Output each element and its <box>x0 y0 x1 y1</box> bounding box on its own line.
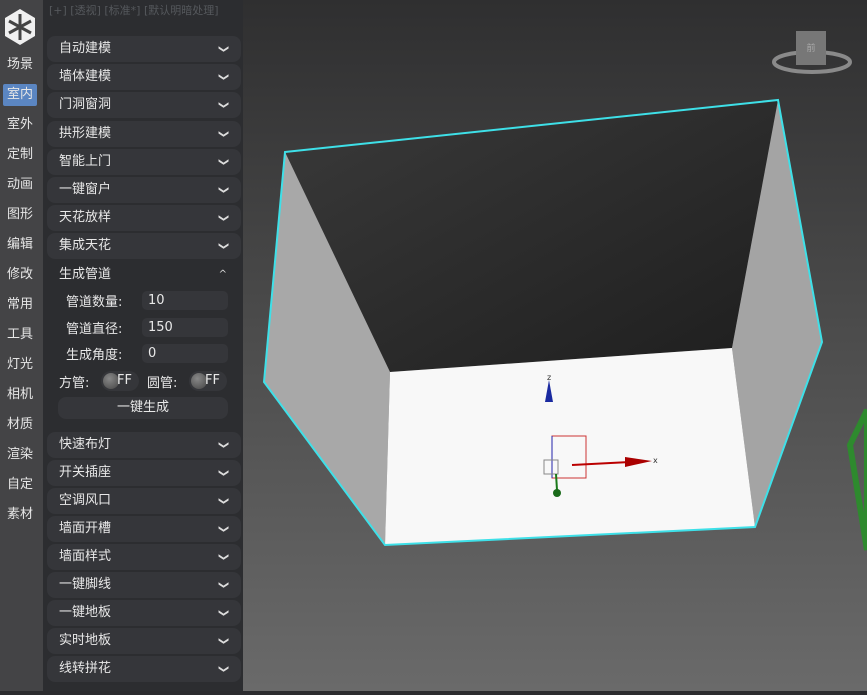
section-label: 集成天花 <box>59 238 112 254</box>
chevron-down-icon: ❯ <box>217 101 229 110</box>
chevron-down-icon: ❯ <box>217 440 229 450</box>
toggle-switch[interactable]: FF <box>101 371 139 391</box>
nav-item[interactable]: 定制 <box>3 144 37 166</box>
scene: z x 前 <box>262 31 867 551</box>
svg-text:前: 前 <box>806 42 815 54</box>
section-header[interactable]: 实时地板 ❯ <box>47 628 241 654</box>
section-label: 一键脚线 <box>59 577 112 592</box>
viewport-label[interactable]: [+] [透视] [标准*] [默认明暗处理] <box>49 2 219 18</box>
chevron-down-icon: ❯ <box>217 242 229 251</box>
section-label: 天花放样 <box>59 210 112 226</box>
logo-icon <box>5 9 35 45</box>
svg-text:z: z <box>547 373 551 382</box>
section-header-expanded[interactable]: 生成管道 ^ <box>47 262 241 288</box>
section-header[interactable]: 拱形建模 ❯ <box>47 120 241 147</box>
section-label: 线转拼花 <box>59 661 112 676</box>
nav-item[interactable]: 动画 <box>3 174 37 196</box>
section-header[interactable]: 天花放样 ❯ <box>47 205 241 232</box>
nav-item[interactable]: 灯光 <box>3 354 37 376</box>
nav-item[interactable]: 图形 <box>3 204 37 226</box>
chevron-down-icon: ❯ <box>217 552 229 562</box>
section-label: 拱形建模 <box>59 125 112 141</box>
chevron-up-icon: ^ <box>218 269 227 280</box>
section-header[interactable]: 空调风口 ❯ <box>47 488 241 514</box>
section-label: 一键窗户 <box>59 182 112 197</box>
chevron-down-icon: ❯ <box>217 157 229 166</box>
chevron-down-icon: ❯ <box>217 129 229 138</box>
section-label: 一键地板 <box>59 605 112 620</box>
nav-item[interactable]: 室内 <box>3 84 37 106</box>
nav-item[interactable]: 修改 <box>3 264 37 286</box>
nav-item[interactable]: 材质 <box>3 414 37 436</box>
nav-item[interactable]: 编辑 <box>3 234 37 256</box>
chevron-down-icon: ❯ <box>217 636 229 646</box>
section-header[interactable]: 线转拼花 ❯ <box>47 656 241 682</box>
section-header[interactable]: 门洞窗洞 ❯ <box>47 92 241 119</box>
field-label: 管道数量: <box>66 295 123 310</box>
section-header[interactable]: 墙体建模 ❯ <box>47 64 241 91</box>
section-label: 实时地板 <box>59 633 112 648</box>
section-header[interactable]: 集成天花 ❯ <box>47 233 241 260</box>
view-cube[interactable]: 前 <box>772 31 852 74</box>
section-label: 空调风口 <box>59 493 112 508</box>
toggle-switch[interactable]: FF <box>189 371 227 391</box>
nav-item[interactable]: 常用 <box>3 294 37 316</box>
section-label: 生成管道 <box>59 267 112 282</box>
toggle-state: FF <box>117 373 132 388</box>
nav-item[interactable]: 自定 <box>3 474 37 496</box>
field-label: 管道直径: <box>66 321 123 337</box>
section-label: 门洞窗洞 <box>59 97 112 113</box>
nav-item[interactable]: 场景 <box>3 54 37 76</box>
field-input[interactable]: 10 <box>142 291 228 310</box>
nav-item[interactable]: 渲染 <box>3 444 37 466</box>
nav-item[interactable]: 素材 <box>3 504 37 526</box>
generate-button[interactable]: 一键生成 <box>58 397 228 419</box>
svg-text:x: x <box>653 456 658 465</box>
section-label: 自动建模 <box>59 41 112 56</box>
chevron-down-icon: ❯ <box>217 72 229 82</box>
chevron-down-icon: ❯ <box>217 185 229 195</box>
nav-item[interactable]: 相机 <box>3 384 37 406</box>
section-header[interactable]: 开关插座 ❯ <box>47 460 241 486</box>
green-object <box>846 408 867 551</box>
chevron-down-icon: ❯ <box>217 468 229 478</box>
toggle-label: 方管: <box>59 376 90 391</box>
toggle-state: FF <box>205 373 220 388</box>
toggle-label: 圆管: <box>147 376 178 391</box>
section-label: 墙面样式 <box>59 549 112 564</box>
section-label: 开关插座 <box>59 465 112 480</box>
nav-item[interactable]: 室外 <box>3 114 37 136</box>
section-header[interactable]: 墙面样式 ❯ <box>47 544 241 570</box>
chevron-down-icon: ❯ <box>217 496 229 506</box>
section-header[interactable]: 一键脚线 ❯ <box>47 572 241 598</box>
section-header[interactable]: 墙面开槽 ❯ <box>47 516 241 542</box>
chevron-down-icon: ❯ <box>217 524 229 534</box>
nav-item[interactable]: 工具 <box>3 324 37 346</box>
chevron-down-icon: ❯ <box>217 580 229 590</box>
field-input[interactable]: 0 <box>142 344 228 363</box>
section-label: 快速布灯 <box>59 437 112 452</box>
floor <box>385 348 755 545</box>
section-label: 墙体建模 <box>59 69 112 85</box>
section-header[interactable]: 一键地板 ❯ <box>47 600 241 626</box>
section-header[interactable]: 快速布灯 ❯ <box>47 432 241 458</box>
section-label: 智能上门 <box>59 153 112 169</box>
section-label: 墙面开槽 <box>59 521 112 536</box>
chevron-down-icon: ❯ <box>217 664 229 674</box>
section-header[interactable]: 一键窗户 ❯ <box>47 177 241 203</box>
3d-viewport[interactable]: z x 前 <box>243 0 867 691</box>
field-input[interactable]: 150 <box>142 317 228 337</box>
chevron-down-icon: ❯ <box>217 213 229 223</box>
section-header[interactable]: 智能上门 ❯ <box>47 148 241 175</box>
chevron-down-icon: ❯ <box>217 44 229 54</box>
field-label: 生成角度: <box>66 348 123 363</box>
section-header[interactable]: 自动建模 ❯ <box>47 36 241 62</box>
chevron-down-icon: ❯ <box>217 608 229 618</box>
